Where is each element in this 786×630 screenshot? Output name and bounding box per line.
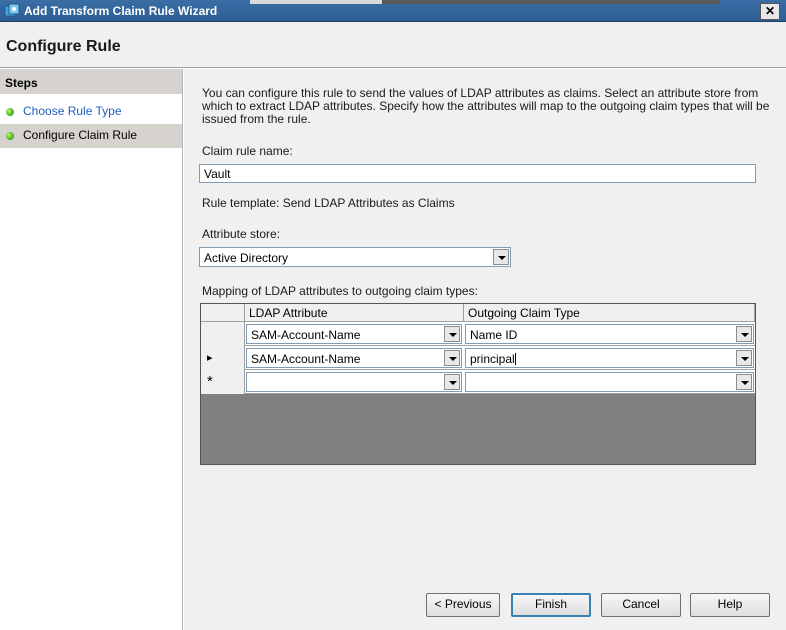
row-current-marker[interactable]: ▸ xyxy=(201,346,245,370)
chevron-down-icon[interactable] xyxy=(444,326,460,342)
chevron-down-icon[interactable] xyxy=(736,350,752,366)
finish-button[interactable]: Finish xyxy=(511,593,591,617)
table-row[interactable]: SAM-Account-Name Name ID xyxy=(201,322,755,346)
sidebar-item-label: Configure Claim Rule xyxy=(23,128,138,142)
new-row-marker[interactable]: * xyxy=(201,370,245,394)
column-header-outgoing-claim-type[interactable]: Outgoing Claim Type xyxy=(464,304,755,322)
outgoing-claim-type-value: principal xyxy=(470,352,515,366)
attribute-store-select[interactable]: Active Directory xyxy=(199,247,511,267)
ldap-attribute-select[interactable]: SAM-Account-Name xyxy=(246,348,462,368)
table-row[interactable]: ▸ SAM-Account-Name principal xyxy=(201,346,755,370)
column-header-ldap-attribute[interactable]: LDAP Attribute xyxy=(245,304,464,322)
chevron-down-icon[interactable] xyxy=(736,326,752,342)
claim-rule-name-label: Claim rule name: xyxy=(202,144,293,158)
window-title: Add Transform Claim Rule Wizard xyxy=(24,4,218,18)
sidebar-item-label[interactable]: Choose Rule Type xyxy=(23,104,122,118)
previous-button[interactable]: < Previous xyxy=(426,593,500,617)
chevron-down-icon[interactable] xyxy=(736,374,752,390)
ldap-attribute-value: SAM-Account-Name xyxy=(251,352,361,366)
outgoing-claim-type-select[interactable] xyxy=(465,372,754,392)
ldap-attribute-select[interactable]: SAM-Account-Name xyxy=(246,324,462,344)
wizard-icon xyxy=(4,3,20,19)
close-button[interactable]: ✕ xyxy=(760,3,780,20)
sidebar-item-configure-claim-rule: Configure Claim Rule xyxy=(0,124,182,148)
ldap-attribute-value: SAM-Account-Name xyxy=(251,328,361,342)
green-dot-icon xyxy=(6,108,14,116)
help-button[interactable]: Help xyxy=(690,593,770,617)
chevron-down-icon[interactable] xyxy=(444,374,460,390)
main-panel: You can configure this rule to send the … xyxy=(184,69,786,630)
mapping-grid: LDAP Attribute Outgoing Claim Type SAM-A… xyxy=(200,303,756,465)
text-caret xyxy=(514,353,516,365)
sidebar-item-choose-rule-type[interactable]: Choose Rule Type xyxy=(0,100,182,124)
grid-header: LDAP Attribute Outgoing Claim Type xyxy=(201,304,755,322)
ldap-attribute-select[interactable] xyxy=(246,372,462,392)
attribute-store-label: Attribute store: xyxy=(202,227,281,241)
mapping-label: Mapping of LDAP attributes to outgoing c… xyxy=(202,284,478,298)
chevron-down-icon[interactable] xyxy=(493,249,509,265)
attribute-store-value: Active Directory xyxy=(204,251,289,265)
cancel-button[interactable]: Cancel xyxy=(601,593,681,617)
title-bar: Add Transform Claim Rule Wizard ✕ xyxy=(0,0,786,22)
intro-text: You can configure this rule to send the … xyxy=(202,86,770,126)
outgoing-claim-type-value: Name ID xyxy=(470,328,518,342)
background-window-strip-dark xyxy=(382,0,720,4)
rule-template-text: Rule template: Send LDAP Attributes as C… xyxy=(202,196,455,210)
grid-corner xyxy=(201,304,245,322)
table-row-new[interactable]: * xyxy=(201,370,755,394)
page-title: Configure Rule xyxy=(6,38,121,55)
steps-sidebar: Steps Choose Rule Type Configure Claim R… xyxy=(0,69,183,630)
outgoing-claim-type-select[interactable]: Name ID xyxy=(465,324,754,344)
green-dot-icon xyxy=(6,132,14,140)
outgoing-claim-type-input[interactable]: principal xyxy=(465,348,754,368)
wizard-footer: < Previous Finish Cancel Help xyxy=(184,580,786,630)
row-header[interactable] xyxy=(201,322,245,346)
chevron-down-icon[interactable] xyxy=(444,350,460,366)
steps-heading: Steps xyxy=(0,69,182,94)
wizard-header: Configure Rule xyxy=(0,22,786,68)
claim-rule-name-input[interactable]: Vault xyxy=(199,164,756,183)
